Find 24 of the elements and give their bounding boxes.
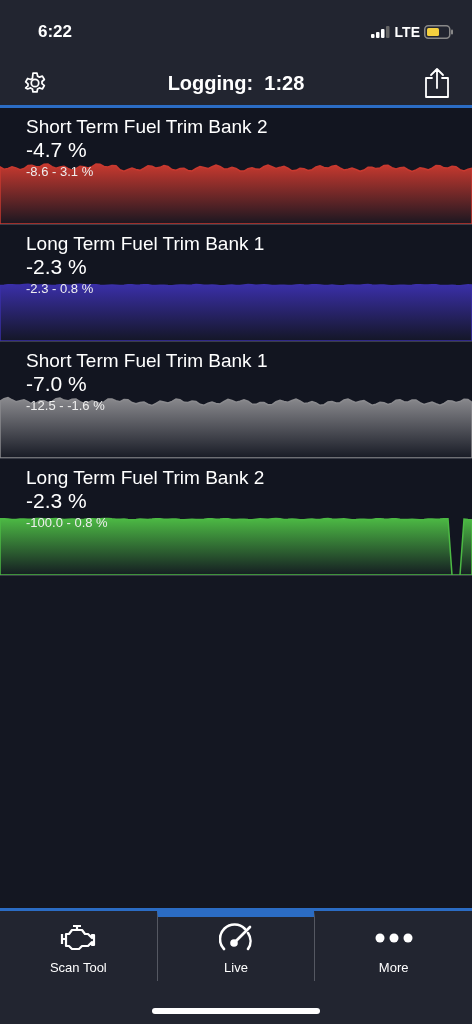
gauge-value: -4.7 %: [25, 138, 88, 162]
gauge-icon: [219, 923, 253, 953]
status-time: 6:22: [38, 21, 73, 44]
network-label: LTE: [394, 22, 420, 42]
tab-button[interactable]: Live: [156, 911, 315, 981]
share-button[interactable]: [422, 65, 452, 100]
gauge-range: -12.5 - -1.6 %: [25, 397, 106, 413]
gauge-range: -2.3 - 0.8 %: [25, 280, 95, 296]
gauge-value: -7.0 %: [25, 372, 88, 396]
gauge-title: Short Term Fuel Trim Bank 2: [25, 115, 269, 138]
header-title: Logging: 1:28: [167, 70, 305, 96]
battery-icon: [424, 25, 454, 39]
more-icon: [373, 932, 414, 944]
engine-icon: [59, 923, 98, 953]
gauge-title: Short Term Fuel Trim Bank 1: [25, 349, 269, 372]
signal-icon: [370, 26, 391, 38]
gauge-range: -100.0 - 0.8 %: [25, 514, 109, 530]
gauge-title: Long Term Fuel Trim Bank 2: [25, 466, 266, 489]
gauge-title: Long Term Fuel Trim Bank 1: [25, 232, 266, 255]
gauge-value: -2.3 %: [25, 489, 88, 513]
tab-button[interactable]: More: [314, 911, 472, 981]
gauge-value: -2.3 %: [25, 255, 88, 279]
gauge-range: -8.6 - 3.1 %: [25, 163, 95, 179]
tab-button[interactable]: Scan Tool: [0, 911, 157, 981]
